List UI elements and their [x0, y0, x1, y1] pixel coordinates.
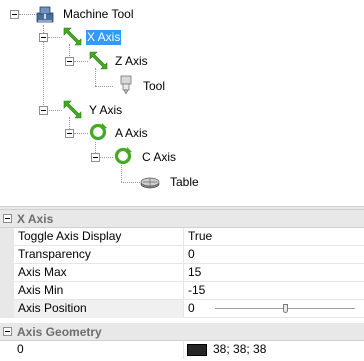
expander-y-axis[interactable] [39, 106, 48, 115]
property-value[interactable]: True [184, 228, 364, 246]
collapse-icon[interactable] [3, 214, 12, 223]
property-row[interactable]: Transparency 0 [0, 246, 364, 264]
tree-label-machine-tool[interactable]: Machine Tool [62, 7, 135, 22]
tree-label-c-axis[interactable]: C Axis [141, 150, 177, 165]
row-margin [0, 282, 14, 300]
tree-line [74, 133, 88, 134]
expander-machine-tool[interactable] [10, 10, 19, 19]
property-value[interactable]: 0 [184, 300, 364, 318]
property-value[interactable]: -15 [184, 282, 364, 300]
property-row[interactable]: Axis Position 0 [0, 300, 364, 318]
property-row[interactable]: Axis Max 15 [0, 264, 364, 282]
expander-x-axis[interactable] [39, 33, 48, 42]
machine-tree: Machine Tool X Axis Z Axis Tool Y Axis A… [0, 0, 364, 206]
linear-axis-icon [89, 51, 108, 70]
color-value[interactable]: 38; 38; 38 [213, 341, 266, 358]
property-row[interactable]: Axis Min -15 [0, 282, 364, 300]
tree-label-x-axis[interactable]: X Axis [86, 30, 122, 45]
expander-z-axis[interactable] [65, 57, 74, 66]
machine-tool-icon [36, 6, 54, 23]
axis-position-slider-thumb[interactable] [283, 304, 288, 313]
rotary-axis-icon [89, 123, 107, 141]
tree-line [100, 157, 113, 158]
linear-axis-icon [63, 100, 82, 119]
category-axis-geometry[interactable]: Axis Geometry [0, 323, 364, 341]
rotary-axis-icon [114, 147, 132, 165]
property-name: Transparency [14, 246, 184, 264]
property-row[interactable]: Toggle Axis Display True [0, 228, 364, 246]
property-name: Axis Min [14, 282, 184, 300]
tree-line [95, 86, 113, 87]
expander-c-axis[interactable] [91, 153, 100, 162]
property-name: Axis Max [14, 264, 184, 282]
category-x-axis[interactable]: X Axis [0, 210, 364, 228]
tree-label-a-axis[interactable]: A Axis [114, 126, 149, 141]
tree-line [121, 182, 140, 183]
axis-geometry-value[interactable]: 0 [14, 341, 184, 359]
axis-geometry-row[interactable]: 0 38; 38; 38 [0, 341, 364, 359]
tree-label-table[interactable]: Table [169, 175, 200, 190]
tree-line [121, 165, 122, 182]
property-value[interactable]: 0 [184, 246, 364, 264]
category-title: Axis Geometry [17, 325, 102, 339]
row-margin [0, 228, 14, 246]
tree-label-y-axis[interactable]: Y Axis [88, 103, 123, 118]
tree-label-tool[interactable]: Tool [142, 79, 166, 94]
property-name: Toggle Axis Display [14, 228, 184, 246]
property-name: Axis Position [14, 300, 184, 318]
row-margin [0, 246, 14, 264]
tool-icon [120, 75, 132, 95]
row-margin [0, 300, 14, 318]
property-value[interactable]: 15 [184, 264, 364, 282]
tree-line [19, 14, 35, 15]
property-grid: X Axis Toggle Axis Display True Transpar… [0, 210, 364, 361]
linear-axis-icon [63, 27, 82, 46]
color-swatch[interactable] [187, 344, 207, 356]
table-icon [140, 177, 160, 189]
collapse-icon[interactable] [3, 327, 12, 336]
tree-line [74, 61, 88, 62]
tree-line [48, 37, 62, 38]
category-title: X Axis [17, 212, 54, 226]
row-margin [0, 264, 14, 282]
tree-label-z-axis[interactable]: Z Axis [114, 54, 149, 69]
expander-a-axis[interactable] [65, 129, 74, 138]
tree-line [95, 68, 96, 86]
